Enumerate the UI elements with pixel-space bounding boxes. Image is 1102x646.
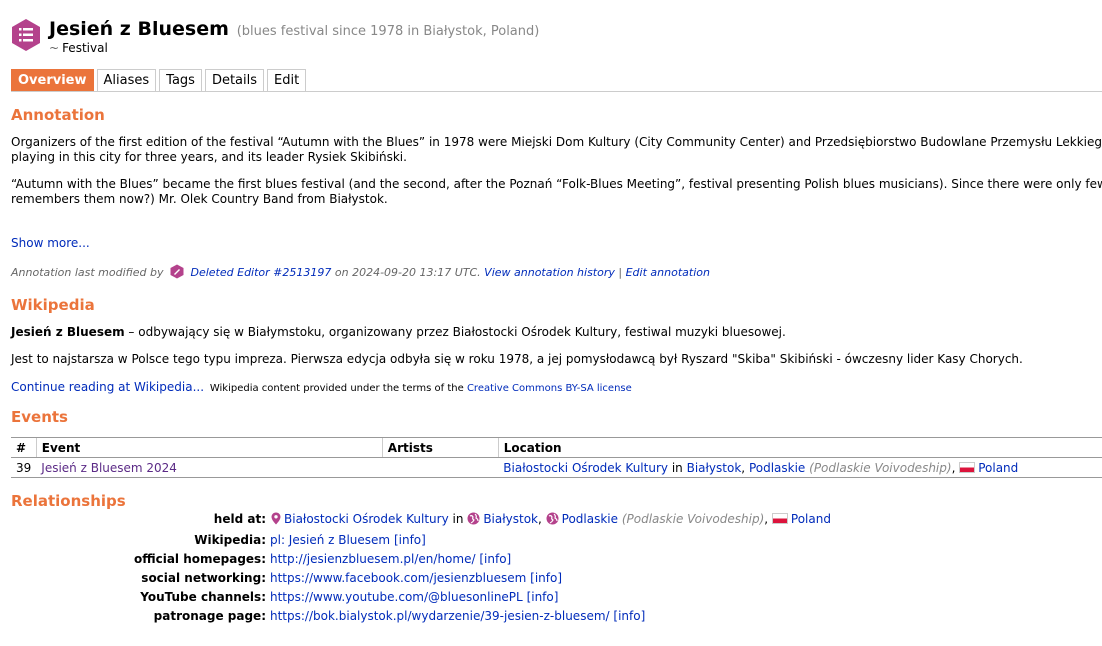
tab-overview[interactable]: Overview bbox=[11, 69, 94, 91]
events-heading: Events bbox=[11, 408, 68, 426]
info-link[interactable]: [info] bbox=[527, 590, 559, 604]
tab-aliases[interactable]: Aliases bbox=[96, 69, 157, 91]
relationship-youtube: YouTube channels: https://www.youtube.co… bbox=[11, 588, 1102, 606]
wikipedia-paragraph-2: Jest to najstarsza w Polsce tego typu im… bbox=[11, 352, 1023, 366]
homepage-link[interactable]: http://jesienzbluesem.pl/en/home/ bbox=[270, 552, 476, 566]
globe-icon bbox=[467, 512, 480, 525]
homepage-label: official homepages: bbox=[133, 552, 266, 566]
view-annotation-history-link[interactable]: View annotation history bbox=[484, 266, 615, 279]
event-location: Białostocki Ośrodek Kultury in Białystok… bbox=[498, 457, 1102, 478]
meta-separator: | bbox=[618, 266, 623, 279]
event-series-icon bbox=[12, 19, 40, 51]
relationship-held-at: held at: Białostocki Ośrodek Kultury in … bbox=[11, 510, 1102, 528]
page-title[interactable]: Jesień z Bluesem bbox=[49, 18, 229, 40]
wikipedia-heading: Wikipedia bbox=[11, 296, 95, 314]
event-link[interactable]: Jesień z Bluesem 2024 bbox=[41, 461, 177, 475]
event-artists bbox=[382, 457, 499, 478]
license-link[interactable]: Creative Commons BY-SA license bbox=[467, 383, 632, 394]
annotation-line-1: Organizers of the first edition of the f… bbox=[11, 135, 1102, 149]
editor-link[interactable]: Deleted Editor #2513197 bbox=[191, 266, 332, 279]
region-comment: (Podlaskie Voivodeship) bbox=[809, 460, 952, 475]
youtube-link[interactable]: https://www.youtube.com/@bluesonlinePL bbox=[270, 590, 523, 604]
tab-bar: Overview Aliases Tags Details Edit bbox=[11, 69, 1102, 92]
tab-details[interactable]: Details bbox=[204, 69, 265, 91]
comma: , bbox=[951, 460, 956, 475]
region-link[interactable]: Podlaskie bbox=[749, 461, 805, 475]
tab-edit[interactable]: Edit bbox=[267, 69, 307, 91]
event-number: 39 bbox=[11, 457, 37, 478]
wikipedia-label: Wikipedia: bbox=[194, 533, 266, 547]
social-link[interactable]: https://www.facebook.com/jesienzbluesem bbox=[270, 571, 526, 585]
title-disambiguation: (blues festival since 1978 in Białystok,… bbox=[236, 24, 540, 39]
relationship-patronage: patronage page: https://bok.bialystok.pl… bbox=[11, 607, 1102, 625]
held-at-city-link[interactable]: Białystok bbox=[483, 512, 538, 526]
held-at-country-link[interactable]: Poland bbox=[791, 512, 831, 526]
poland-flag-icon bbox=[771, 513, 788, 524]
annotation-heading: Annotation bbox=[11, 106, 105, 124]
license-prefix: Wikipedia content provided under the ter… bbox=[209, 383, 464, 394]
held-at-label: held at: bbox=[213, 512, 266, 526]
place-pin-icon bbox=[271, 512, 281, 525]
show-more-link[interactable]: Show more... bbox=[11, 236, 90, 250]
city-link[interactable]: Białystok bbox=[687, 461, 742, 475]
relationship-social-networking: social networking: https://www.facebook.… bbox=[11, 569, 1102, 587]
col-location: Location bbox=[497, 437, 1102, 458]
annotation-fade bbox=[0, 212, 1102, 232]
editor-icon bbox=[170, 264, 184, 279]
annotation-date: on 2024-09-20 13:17 UTC. bbox=[334, 266, 481, 279]
in-text: in bbox=[671, 460, 683, 475]
continue-reading-link[interactable]: Continue reading at Wikipedia... bbox=[11, 380, 204, 394]
globe-icon bbox=[546, 512, 559, 525]
tilde: ~ bbox=[49, 41, 60, 55]
place-link[interactable]: Białostocki Ośrodek Kultury bbox=[503, 461, 668, 475]
wikipedia-footer: Continue reading at Wikipedia... Wikiped… bbox=[11, 380, 632, 394]
held-at-in: in bbox=[452, 512, 464, 526]
held-at-value: Białostocki Ośrodek Kultury in Białystok… bbox=[271, 510, 831, 528]
info-link[interactable]: [info] bbox=[530, 571, 562, 585]
col-artists: Artists bbox=[381, 437, 499, 458]
relationship-wikipedia: Wikipedia: pl: Jesień z Bluesem [info] bbox=[11, 531, 1102, 549]
col-number: # bbox=[11, 437, 37, 458]
annotation-line-4: remembers them now?) Mr. Olek Country Ba… bbox=[11, 192, 388, 206]
youtube-label: YouTube channels: bbox=[140, 590, 266, 604]
table-row: 39 Jesień z Bluesem 2024 Białostocki Ośr… bbox=[11, 457, 1102, 478]
relationships-heading: Relationships bbox=[11, 492, 126, 510]
wikipedia-link[interactable]: pl: Jesień z Bluesem bbox=[270, 533, 390, 547]
comma: , bbox=[741, 460, 746, 475]
events-table: # Event Artists Location 39 Jesień z Blu… bbox=[11, 437, 1102, 478]
annotation-line-3: “Autumn with the Blues” became the first… bbox=[11, 177, 1102, 191]
wikipedia-license-text: Wikipedia content provided under the ter… bbox=[210, 383, 632, 394]
annotation-meta-prefix: Annotation last modified by bbox=[11, 266, 164, 279]
tab-tags[interactable]: Tags bbox=[159, 69, 202, 91]
held-at-region-comment: (Podlaskie Voivodeship) bbox=[621, 512, 765, 526]
held-at-region-link[interactable]: Podlaskie bbox=[562, 512, 618, 526]
patronage-label: patronage page: bbox=[153, 609, 266, 623]
country-link[interactable]: Poland bbox=[978, 461, 1018, 475]
series-type-label: Festival bbox=[62, 41, 108, 55]
relationship-official-homepage: official homepages: http://jesienzbluese… bbox=[11, 550, 1102, 568]
col-event: Event bbox=[35, 437, 383, 458]
poland-flag-icon bbox=[959, 461, 976, 473]
wikipedia-paragraph-1: Jesień z Bluesem – odbywający się w Biał… bbox=[11, 325, 786, 340]
patronage-link[interactable]: https://bok.bialystok.pl/wydarzenie/39-j… bbox=[270, 609, 610, 623]
annotation-meta: Annotation last modified by Deleted Edit… bbox=[11, 264, 710, 279]
info-link[interactable]: [info] bbox=[613, 609, 645, 623]
edit-annotation-link[interactable]: Edit annotation bbox=[626, 266, 710, 279]
held-at-place-link[interactable]: Białostocki Ośrodek Kultury bbox=[284, 512, 449, 526]
events-header-row: # Event Artists Location bbox=[11, 437, 1102, 458]
annotation-line-2: playing in this city for three years, an… bbox=[11, 150, 407, 164]
info-link[interactable]: [info] bbox=[394, 533, 426, 547]
info-link[interactable]: [info] bbox=[479, 552, 511, 566]
wikipedia-p1-text: – odbywający się w Białymstoku, organizo… bbox=[124, 325, 786, 339]
series-type: ~ Festival bbox=[49, 41, 108, 55]
social-label: social networking: bbox=[141, 571, 266, 585]
wikipedia-bold-title: Jesień z Bluesem bbox=[11, 325, 125, 339]
